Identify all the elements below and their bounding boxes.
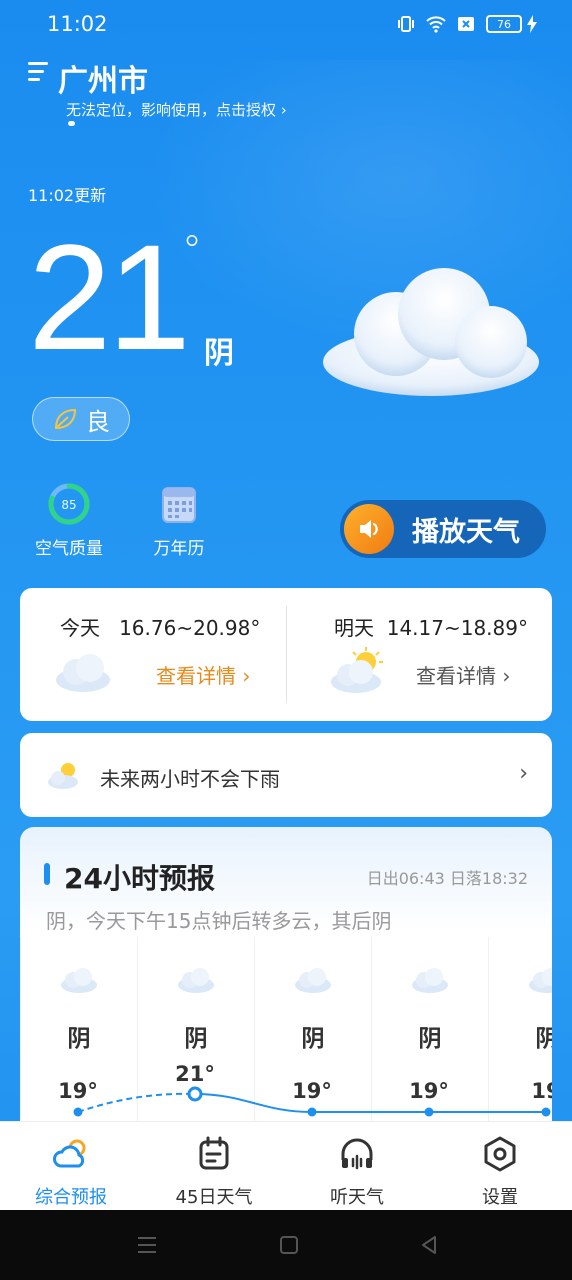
svg-text:85: 85: [61, 498, 76, 512]
partly-cloudy-icon: [331, 647, 383, 693]
tomorrow-detail-link[interactable]: 查看详情 ›: [416, 660, 510, 689]
system-navigation-bar: [0, 1210, 572, 1280]
nav-forecast-label: 综合预报: [35, 1187, 107, 1208]
status-bar: 11:02 76: [0, 0, 572, 50]
today-range: 16.76~20.98°: [119, 616, 261, 640]
today-detail-link[interactable]: 查看详情 ›: [156, 660, 250, 689]
current-temperature: 21: [28, 213, 191, 381]
tomorrow-range: 14.17~18.89°: [386, 616, 528, 640]
nav-forecast[interactable]: 综合预报: [6, 1134, 136, 1209]
vibrate-icon: [398, 16, 414, 32]
temperature-point: [424, 1107, 434, 1117]
daily-summary-card: 今天 16.76~20.98° 明天 14.17~18.89°: [20, 588, 552, 721]
bottom-navigation: 综合预报 45日天气 听天气 设置: [0, 1121, 572, 1210]
nav-45-day-label: 45日天气: [175, 1187, 253, 1208]
partly-cloudy-icon: [48, 763, 78, 789]
air-quality-label: 空气质量: [35, 539, 103, 559]
rain-notice-text: 未来两小时不会下雨: [100, 767, 280, 791]
aqi-gauge-icon: 85: [47, 482, 91, 526]
nav-listen[interactable]: 听天气: [292, 1134, 422, 1209]
cloud-icon: [56, 654, 110, 692]
sim-off-icon: [458, 17, 474, 31]
air-quality-badge[interactable]: 良: [32, 397, 130, 441]
aqi-label: 良: [86, 407, 110, 436]
location-permission-link[interactable]: 无法定位，影响使用，点击授权 ›: [66, 99, 287, 120]
status-time: 11:02: [47, 12, 108, 36]
menu-icon[interactable]: [28, 62, 50, 84]
temperature-point: [541, 1107, 551, 1117]
calendar-icon: [199, 1136, 229, 1170]
temperature-point: [187, 1086, 203, 1102]
calendar-icon: [157, 482, 201, 526]
cloud-sun-icon: [53, 1139, 86, 1168]
status-icons: 76: [396, 14, 538, 34]
nav-settings[interactable]: 设置: [435, 1134, 565, 1209]
temperature-point: [307, 1107, 317, 1117]
tomorrow-line: 明天 14.17~18.89°: [334, 612, 528, 641]
today-summary[interactable]: 今天 16.76~20.98°: [20, 588, 286, 721]
temperature-line-past: [77, 1092, 196, 1113]
temperature-line-future: [194, 1093, 546, 1113]
today-label: 今天: [60, 616, 100, 640]
hourly-forecast-card: 24小时预报 日出06:43 日落18:32 阴，今天下午15点钟后转多云，其后…: [20, 827, 552, 1127]
recent-apps-icon[interactable]: [136, 1234, 158, 1256]
home-icon[interactable]: [278, 1234, 300, 1256]
today-line: 今天 16.76~20.98°: [60, 612, 260, 641]
chevron-right-icon: ›: [519, 761, 528, 786]
nav-45-day[interactable]: 45日天气: [149, 1134, 279, 1209]
charging-icon: [527, 15, 537, 33]
calendar-label: 万年历: [153, 539, 205, 559]
city-name[interactable]: 广州市: [58, 56, 148, 100]
cloud-icon: [323, 268, 539, 396]
play-weather-button[interactable]: 播放天气: [340, 500, 546, 558]
update-time: 11:02更新: [28, 186, 107, 205]
play-weather-label: 播放天气: [412, 516, 520, 548]
leaf-icon: [54, 408, 77, 430]
wifi-icon: [426, 16, 446, 33]
degree-symbol: °: [182, 228, 202, 274]
air-quality-button[interactable]: 85 空气质量: [24, 482, 114, 559]
calendar-button[interactable]: 万年历: [134, 482, 224, 559]
tomorrow-summary[interactable]: 明天 14.17~18.89°: [286, 588, 552, 721]
back-icon[interactable]: [418, 1234, 440, 1256]
nav-settings-label: 设置: [482, 1187, 518, 1208]
settings-icon: [484, 1136, 516, 1172]
tomorrow-label: 明天: [334, 616, 374, 640]
battery-indicator: 76: [486, 15, 522, 33]
hourly-temperature-line: [73, 1086, 551, 1117]
headphones-icon: [341, 1138, 373, 1170]
page-indicator-dot: [68, 121, 75, 126]
rain-notice-card[interactable]: 未来两小时不会下雨 ›: [20, 733, 552, 817]
temperature-point: [73, 1107, 83, 1117]
current-condition: 阴: [204, 336, 234, 371]
nav-listen-label: 听天气: [330, 1187, 384, 1208]
speaker-icon: [344, 504, 394, 554]
